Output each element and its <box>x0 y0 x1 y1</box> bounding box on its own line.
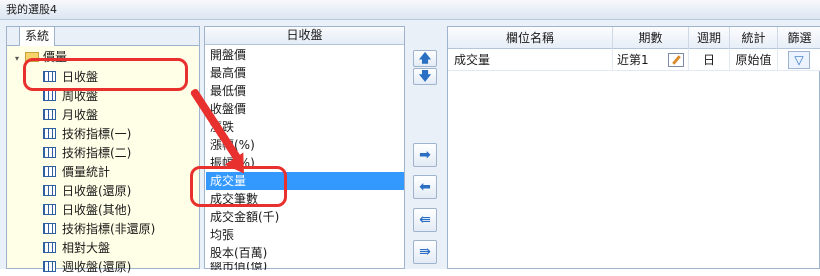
list-item-open[interactable]: 開盤價 <box>206 46 404 64</box>
list-item-change[interactable]: 漲跌 <box>206 118 404 136</box>
add-all-button[interactable]: ⇛ <box>413 240 437 264</box>
move-down-button[interactable]: 🡇 <box>413 68 437 85</box>
table-icon <box>43 242 56 253</box>
table-icon <box>43 166 56 177</box>
table-row[interactable]: 成交量 近第1 日 原始值 ▽ <box>448 49 820 71</box>
field-list-header: 日收盤 <box>205 27 404 45</box>
list-item-high[interactable]: 最高價 <box>206 64 404 82</box>
tree-item-daily-close-adjusted[interactable]: 日收盤(還原) <box>43 183 131 200</box>
col-field-name[interactable]: 欄位名稱 <box>448 27 613 49</box>
cell-filter[interactable]: ▽ <box>778 49 820 71</box>
tree-item-label: 價量統計 <box>62 165 111 179</box>
remove-field-button[interactable]: ⬅ <box>413 175 437 199</box>
cell-field-name: 成交量 <box>448 49 613 71</box>
window-title: 我的選股4 <box>0 0 820 20</box>
cell-period-value: 近第1 <box>617 53 649 67</box>
tree-item-relative-market[interactable]: 相對大盤 <box>43 240 110 257</box>
cell-period[interactable]: 近第1 <box>613 49 689 71</box>
table-icon <box>43 128 56 139</box>
col-period[interactable]: 期數 <box>613 27 689 49</box>
list-item-low[interactable]: 最低價 <box>206 82 404 100</box>
tree-item-label: 技術指標(一) <box>62 127 132 141</box>
tree-item-daily-close-other[interactable]: 日收盤(其他) <box>43 202 131 219</box>
tree-item-label: 技術指標(非還原) <box>62 222 156 236</box>
tree-item-weekly-close-adjusted[interactable]: 週收盤(還原) <box>43 259 131 276</box>
col-cycle[interactable]: 週期 <box>689 27 730 49</box>
tree-item-label: 周收盤 <box>62 89 99 103</box>
add-field-button[interactable]: ➡ <box>413 143 437 167</box>
list-item-avg-lot[interactable]: 均張 <box>206 226 404 244</box>
tree-item-technical-unadjusted[interactable]: 技術指標(非還原) <box>43 221 155 238</box>
tree-item-label: 週收盤(還原) <box>62 260 132 274</box>
tree-item-price-volume-stats[interactable]: 價量統計 <box>43 164 110 181</box>
list-item-turnover[interactable]: 成交金額(千) <box>206 208 404 226</box>
table-icon <box>43 90 56 101</box>
tree-item-technical-1[interactable]: 技術指標(一) <box>43 126 131 143</box>
cell-cycle[interactable]: 日 <box>689 49 730 71</box>
remove-all-button[interactable]: ⇚ <box>413 208 437 232</box>
tree-item-label: 技術指標(二) <box>62 146 132 160</box>
table-icon <box>43 223 56 234</box>
table-icon <box>43 147 56 158</box>
tree-item-monthly-close[interactable]: 月收盤 <box>43 107 98 124</box>
move-up-button[interactable]: 🡅 <box>413 50 437 67</box>
tab-system[interactable]: 系統 <box>19 26 55 46</box>
col-stat[interactable]: 統計 <box>730 27 778 49</box>
col-filter[interactable]: 篩選 <box>778 27 820 49</box>
tree-item-label: 相對大盤 <box>62 241 111 255</box>
tree-item-label: 日收盤(其他) <box>62 203 132 217</box>
cell-stat[interactable]: 原始值 <box>730 49 778 71</box>
table-icon <box>43 261 56 272</box>
list-item-capital[interactable]: 股本(百萬) <box>206 244 404 262</box>
tree-item-label: 月收盤 <box>62 108 99 122</box>
edit-icon[interactable] <box>668 53 684 67</box>
list-item-close[interactable]: 收盤價 <box>206 100 404 118</box>
tree-item-technical-2[interactable]: 技術指標(二) <box>43 145 131 162</box>
criteria-grid: 欄位名稱 期數 週期 統計 篩選 成交量 近第1 日 原始值 ▽ <box>447 26 820 269</box>
tree-item-label: 日收盤(還原) <box>62 184 132 198</box>
window-body: 系統 ▾ 價量 日收盤 周收盤 月收盤 技術指標(一) 技術指標(二) 價量統計 … <box>0 20 820 274</box>
table-icon <box>43 185 56 196</box>
table-icon <box>43 109 56 120</box>
annotation-highlight-tree <box>23 58 188 91</box>
grid-header: 欄位名稱 期數 週期 統計 篩選 <box>448 27 820 49</box>
table-icon <box>43 204 56 215</box>
funnel-icon[interactable]: ▽ <box>788 51 810 69</box>
